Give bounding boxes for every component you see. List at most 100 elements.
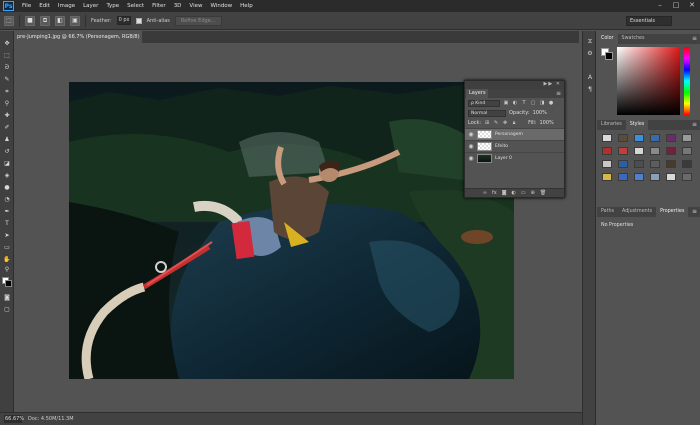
- link-icon[interactable]: ∞: [483, 190, 487, 196]
- visibility-eye-icon[interactable]: ◉: [468, 131, 474, 138]
- style-swatch[interactable]: [602, 134, 612, 142]
- menu-edit[interactable]: Edit: [39, 3, 50, 9]
- color-picker-field[interactable]: [617, 47, 680, 115]
- history-icon[interactable]: ⧖: [585, 37, 595, 46]
- style-swatch[interactable]: [650, 147, 660, 155]
- visibility-eye-icon[interactable]: ◉: [468, 143, 474, 150]
- blend-mode-select[interactable]: Normal: [468, 109, 506, 117]
- crop-tool-icon[interactable]: ⌗: [2, 87, 12, 96]
- style-swatch[interactable]: [666, 173, 676, 181]
- style-swatch[interactable]: [666, 160, 676, 168]
- smart-object-filter-icon[interactable]: ◨: [539, 100, 545, 106]
- pixel-filter-icon[interactable]: ▣: [503, 100, 509, 106]
- style-swatch[interactable]: [634, 147, 644, 155]
- lasso-tool-icon[interactable]: ᘐ: [2, 63, 12, 72]
- layer-row[interactable]: ◉ Efeito: [465, 140, 564, 152]
- style-swatch[interactable]: [666, 134, 676, 142]
- feather-input[interactable]: 0 px: [116, 16, 131, 25]
- clone-stamp-tool-icon[interactable]: ♟: [2, 135, 12, 144]
- menu-select[interactable]: Select: [127, 3, 144, 9]
- screen-mode-icon[interactable]: ▢: [2, 305, 12, 314]
- style-swatch[interactable]: [650, 173, 660, 181]
- tab-properties[interactable]: Properties: [656, 207, 689, 217]
- menu-window[interactable]: Window: [210, 3, 232, 9]
- document-canvas[interactable]: [69, 82, 514, 379]
- mask-icon[interactable]: ◙: [502, 190, 507, 196]
- style-swatch[interactable]: [602, 147, 612, 155]
- new-selection-icon[interactable]: ■: [25, 15, 35, 26]
- lock-pixels-icon[interactable]: ✎: [493, 120, 499, 126]
- tool-preset-icon[interactable]: ⬚: [4, 15, 14, 26]
- folder-icon[interactable]: ▭: [521, 190, 526, 196]
- rectangle-tool-icon[interactable]: ▭: [2, 243, 12, 252]
- quick-mask-icon[interactable]: ◙: [2, 293, 12, 302]
- dodge-tool-icon[interactable]: ◔: [2, 195, 12, 204]
- new-layer-icon[interactable]: ⊕: [531, 190, 535, 196]
- visibility-eye-icon[interactable]: ◉: [468, 155, 474, 162]
- menu-view[interactable]: View: [189, 3, 202, 9]
- lock-transparency-icon[interactable]: ⊞: [484, 120, 490, 126]
- panel-header[interactable]: ▶▶ ✕: [465, 81, 564, 89]
- antialias-checkbox[interactable]: [135, 17, 142, 24]
- tab-styles[interactable]: Styles: [625, 120, 649, 130]
- tab-adjustments[interactable]: Adjustments: [618, 207, 656, 217]
- filter-toggle-icon[interactable]: ●: [548, 100, 554, 106]
- type-filter-icon[interactable]: T: [521, 100, 527, 106]
- close-button[interactable]: ✕: [688, 1, 696, 9]
- zoom-field[interactable]: 66.67%: [4, 415, 24, 423]
- fx-icon[interactable]: fx: [492, 190, 497, 196]
- history-brush-tool-icon[interactable]: ↺: [2, 147, 12, 156]
- layer-row[interactable]: ◉ Layer 0: [465, 152, 564, 164]
- type-tool-icon[interactable]: T: [2, 219, 12, 228]
- style-swatch[interactable]: [682, 173, 692, 181]
- refine-edge-button[interactable]: Refine Edge...: [174, 15, 222, 26]
- adjustment-filter-icon[interactable]: ◐: [512, 100, 518, 106]
- intersect-selection-icon[interactable]: ▣: [70, 15, 80, 26]
- hue-slider[interactable]: [684, 47, 690, 115]
- background-color-swatch[interactable]: [5, 280, 12, 287]
- pen-tool-icon[interactable]: ✒: [2, 207, 12, 216]
- menu-image[interactable]: Image: [58, 3, 75, 9]
- document-tab[interactable]: pre-Jumping1.jpg @ 66.7% (Personagem, RG…: [14, 31, 142, 52]
- paragraph-icon[interactable]: ¶: [585, 85, 595, 94]
- brush-tool-icon[interactable]: ✐: [2, 123, 12, 132]
- minimize-button[interactable]: –: [656, 1, 664, 9]
- panel-menu-icon[interactable]: ≡: [692, 120, 697, 130]
- style-swatch[interactable]: [618, 147, 628, 155]
- menu-file[interactable]: File: [22, 3, 31, 9]
- maximize-button[interactable]: □: [672, 1, 680, 9]
- tab-swatches[interactable]: Swatches: [618, 34, 649, 44]
- menu-layer[interactable]: Layer: [83, 3, 98, 9]
- kind-filter-select[interactable]: ρ Kind: [468, 99, 500, 107]
- lock-position-icon[interactable]: ✥: [502, 120, 508, 126]
- character-icon[interactable]: A: [585, 73, 595, 82]
- path-select-tool-icon[interactable]: ➤: [2, 231, 12, 240]
- style-swatch[interactable]: [634, 173, 644, 181]
- healing-brush-tool-icon[interactable]: ✚: [2, 111, 12, 120]
- shape-filter-icon[interactable]: ▢: [530, 100, 536, 106]
- eraser-tool-icon[interactable]: ◪: [2, 159, 12, 168]
- style-swatch[interactable]: [602, 173, 612, 181]
- style-swatch[interactable]: [618, 173, 628, 181]
- style-swatch[interactable]: [682, 134, 692, 142]
- quick-select-tool-icon[interactable]: ✎: [2, 75, 12, 84]
- tab-layers[interactable]: Layers: [466, 89, 488, 98]
- move-tool-icon[interactable]: ✥: [2, 39, 12, 48]
- tab-libraries[interactable]: Libraries: [597, 120, 626, 130]
- tab-color[interactable]: Color: [597, 34, 618, 44]
- opacity-value[interactable]: 100%: [533, 110, 547, 116]
- fill-value[interactable]: 100%: [539, 120, 553, 126]
- style-swatch[interactable]: [666, 147, 676, 155]
- style-swatch[interactable]: [634, 134, 644, 142]
- eyedropper-tool-icon[interactable]: ⚲: [2, 99, 12, 108]
- layer-row[interactable]: ◉ Personagem: [465, 128, 564, 140]
- panel-menu-icon[interactable]: ≡: [692, 207, 697, 217]
- add-selection-icon[interactable]: ⧉: [40, 15, 50, 26]
- zoom-tool-icon[interactable]: ⚲: [2, 265, 12, 274]
- menu-type[interactable]: Type: [106, 3, 119, 9]
- menu-3d[interactable]: 3D: [174, 3, 182, 9]
- panel-menu-icon[interactable]: ≡: [556, 90, 561, 97]
- trash-icon[interactable]: 🗑︎: [540, 190, 546, 196]
- style-swatch[interactable]: [618, 160, 628, 168]
- paint-bucket-tool-icon[interactable]: ◈: [2, 171, 12, 180]
